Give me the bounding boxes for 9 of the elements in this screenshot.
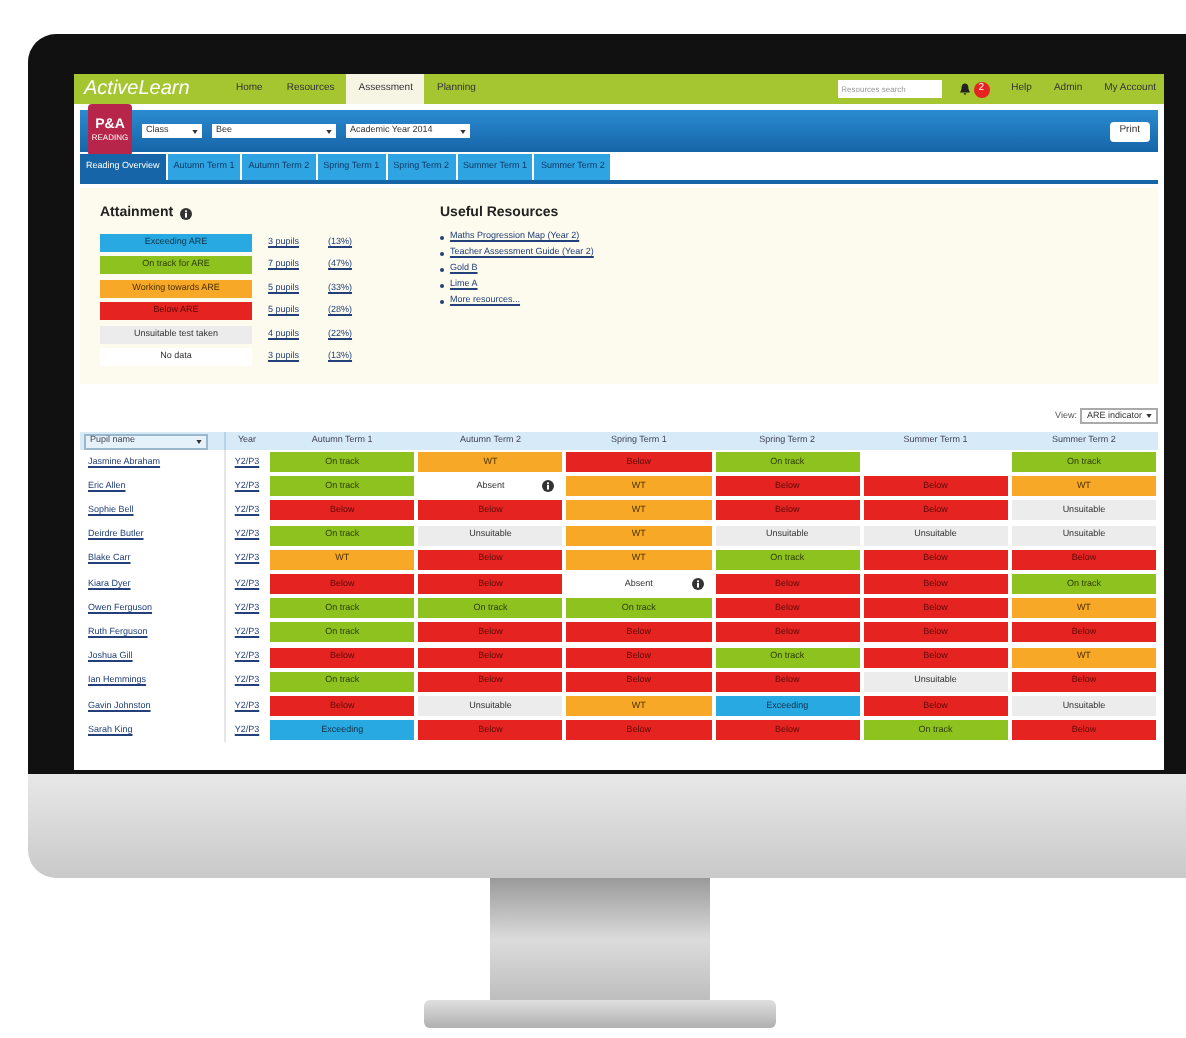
bell-icon[interactable] (957, 82, 972, 96)
info-icon (542, 480, 555, 493)
help-icon (179, 208, 192, 221)
info-icon (691, 578, 704, 591)
caret-icon (192, 129, 198, 133)
caret-icon (196, 439, 202, 443)
caret-icon (460, 129, 466, 133)
caret-icon (1146, 414, 1152, 418)
caret-icon (326, 129, 332, 133)
